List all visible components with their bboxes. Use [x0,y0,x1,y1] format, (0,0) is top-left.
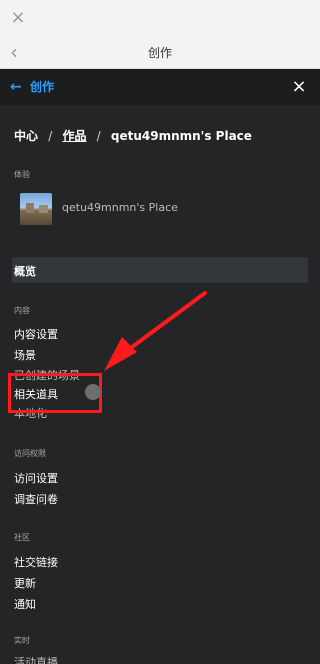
annotation-arrow [104,291,207,371]
arrow-shaft [122,291,207,355]
arrow-left-icon[interactable]: ← [10,78,24,96]
header-title-link[interactable]: 创作 [30,78,54,96]
main-content: 中心 / 作品 / qetu49mnmn's Place 体验 qetu49mn… [0,105,320,664]
browser-top-bar: × [0,0,320,36]
close-icon[interactable]: × [8,8,28,28]
browser-page-title: 创作 [147,46,172,60]
app-header: ← 创作 × [0,69,320,105]
arrow-head [104,337,137,371]
browser-nav-bar: ‹ 创作 [0,36,320,69]
close-icon[interactable]: × [290,76,308,98]
